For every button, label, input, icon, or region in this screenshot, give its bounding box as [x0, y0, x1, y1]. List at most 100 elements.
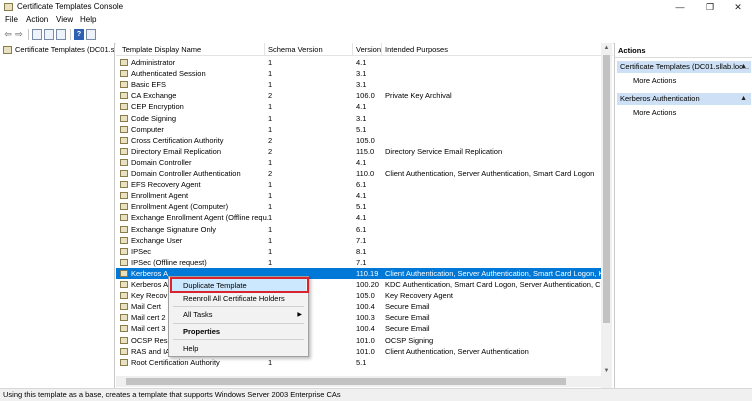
table-row[interactable]: Directory Email Replication 2 115.0 Directo…: [116, 146, 601, 157]
title-bar: Certificate Templates Console — ❐ ✕: [0, 0, 752, 14]
action-pane-icon[interactable]: [86, 29, 96, 40]
template-name: EFS Recovery Agent: [131, 180, 201, 190]
up-level-icon[interactable]: [32, 29, 42, 40]
actions-section-certificate-templates[interactable]: Certificate Templates (DC01.sllab.loc...…: [617, 61, 751, 73]
table-row[interactable]: Enrollment Agent 1 4.1: [116, 190, 601, 201]
minimize-button[interactable]: —: [668, 0, 692, 14]
table-row[interactable]: IPSec 1 8.1: [116, 246, 601, 257]
actions-section-label: Certificate Templates (DC01.sllab.loc...: [620, 62, 750, 71]
certificate-template-icon: [120, 292, 128, 300]
certificate-template-icon: [120, 125, 128, 133]
schema-version: 1: [268, 202, 273, 212]
scroll-down-icon[interactable]: ▼: [601, 366, 612, 376]
template-name: Domain Controller: [131, 157, 192, 167]
submenu-arrow-icon: ▶: [297, 312, 302, 318]
certificate-template-icon: [120, 358, 128, 366]
table-row[interactable]: Administrator 1 4.1: [116, 57, 601, 68]
horizontal-scrollbar[interactable]: [116, 376, 601, 387]
column-header-schema[interactable]: Schema Version: [268, 45, 323, 54]
scroll-up-icon[interactable]: ▲: [601, 43, 612, 53]
certificate-template-icon: [120, 192, 128, 200]
table-row[interactable]: Authenticated Session 1 3.1: [116, 68, 601, 79]
menu-item-reenroll[interactable]: Reenroll All Certificate Holders: [183, 294, 285, 303]
menu-help[interactable]: Help: [80, 15, 96, 24]
schema-version: 2: [268, 91, 273, 101]
help-icon[interactable]: ?: [74, 29, 84, 40]
schema-version: 1: [268, 224, 273, 234]
tree-item-certificate-templates[interactable]: Certificate Templates (DC01.sllab: [3, 45, 114, 56]
table-row[interactable]: Computer 1 5.1: [116, 124, 601, 135]
show-tree-icon[interactable]: [44, 29, 54, 40]
column-header-version[interactable]: Version: [356, 45, 381, 54]
template-name: Enrollment Agent: [131, 191, 189, 201]
table-row[interactable]: CEP Encryption 1 4.1: [116, 101, 601, 112]
table-row[interactable]: Enrollment Agent (Computer) 1 5.1: [116, 201, 601, 212]
menu-item-help[interactable]: Help: [183, 344, 198, 353]
table-row[interactable]: Basic EFS 1 3.1: [116, 79, 601, 90]
certificate-template-icon: [120, 281, 128, 288]
back-arrow-icon[interactable]: ⇦: [3, 29, 13, 40]
restore-button[interactable]: ❐: [698, 0, 722, 14]
toolbar-separator: [28, 29, 29, 40]
certificate-template-icon: [120, 314, 128, 322]
menu-item-all-tasks[interactable]: All Tasks: [183, 310, 212, 319]
console-tree: Certificate Templates (DC01.sllab: [0, 43, 115, 388]
intended-purposes: Client Authentication, Server Authentica…: [385, 268, 601, 278]
intended-purposes: Secure Email: [385, 313, 430, 323]
intended-purposes: Client Authentication, Server Authentica…: [385, 346, 529, 356]
template-name: IPSec: [131, 246, 152, 256]
template-name: Exchange User: [131, 235, 183, 245]
horizontal-scroll-thumb[interactable]: [126, 378, 566, 385]
template-name: Cross Certification Authority: [131, 135, 224, 145]
table-row[interactable]: CA Exchange 2 106.0 Private Key Archival: [116, 90, 601, 101]
menu-file[interactable]: File: [5, 15, 18, 24]
intended-purposes: Private Key Archival: [385, 91, 452, 101]
column-divider: [352, 43, 353, 55]
schema-version: 1: [268, 235, 273, 245]
schema-version: 1: [268, 102, 273, 112]
vertical-scrollbar[interactable]: ▲ ▼: [601, 43, 612, 388]
collapse-arrow-icon[interactable]: ▲: [740, 93, 747, 105]
template-version: 5.1: [356, 124, 367, 134]
column-header-name[interactable]: Template Display Name: [122, 45, 201, 54]
template-name: Exchange Signature Only: [131, 224, 217, 234]
table-row[interactable]: Code Signing 1 3.1: [116, 113, 601, 124]
schema-version: 2: [268, 146, 273, 156]
certificate-template-icon: [120, 258, 128, 266]
schema-version: 1: [268, 124, 273, 134]
more-actions-link[interactable]: More Actions: [633, 76, 676, 85]
menu-action[interactable]: Action: [26, 15, 48, 24]
table-row[interactable]: Exchange Enrollment Agent (Offline requ.…: [116, 212, 601, 223]
table-row[interactable]: Domain Controller 1 4.1: [116, 157, 601, 168]
highlight-box: [170, 277, 309, 293]
intended-purposes: Client Authentication, Server Authentica…: [385, 169, 595, 178]
toolbar: ⇦ ⇨ ?: [0, 27, 752, 44]
template-name: CA Exchange: [131, 91, 177, 101]
certificate-template-icon: [120, 269, 128, 277]
table-row[interactable]: Exchange User 1 7.1: [116, 235, 601, 246]
menu-item-properties[interactable]: Properties: [183, 327, 220, 336]
status-text: Using this template as a base, creates a…: [3, 390, 341, 399]
schema-version: 1: [268, 213, 273, 223]
column-header-purposes[interactable]: Intended Purposes: [385, 45, 448, 54]
table-row[interactable]: Exchange Signature Only 1 6.1: [116, 224, 601, 235]
template-version: 3.1: [356, 69, 367, 79]
table-row[interactable]: Root Certification Authority 1 5.1: [116, 357, 601, 368]
close-button[interactable]: ✕: [726, 0, 750, 14]
template-version: 100.3: [356, 313, 375, 323]
forward-arrow-icon[interactable]: ⇨: [14, 29, 24, 40]
actions-pane: Actions Certificate Templates (DC01.slla…: [614, 43, 752, 388]
menu-view[interactable]: View: [56, 15, 73, 24]
template-version: 7.1: [356, 257, 367, 267]
actions-section-kerberos[interactable]: Kerberos Authentication ▲: [617, 93, 751, 105]
export-list-icon[interactable]: [56, 29, 66, 40]
table-row[interactable]: EFS Recovery Agent 1 6.1: [116, 179, 601, 190]
vertical-scroll-thumb[interactable]: [603, 55, 610, 323]
table-row[interactable]: Cross Certification Authority 2 105.0: [116, 135, 601, 146]
collapse-arrow-icon[interactable]: ▲: [740, 61, 747, 73]
table-row[interactable]: Domain Controller Authentication 2 110.0 Cl…: [116, 168, 601, 179]
more-actions-link[interactable]: More Actions: [633, 108, 676, 117]
schema-version: 1: [268, 246, 273, 256]
template-version: 100.20: [356, 280, 379, 289]
table-row[interactable]: IPSec (Offline request) 1 7.1: [116, 257, 601, 268]
